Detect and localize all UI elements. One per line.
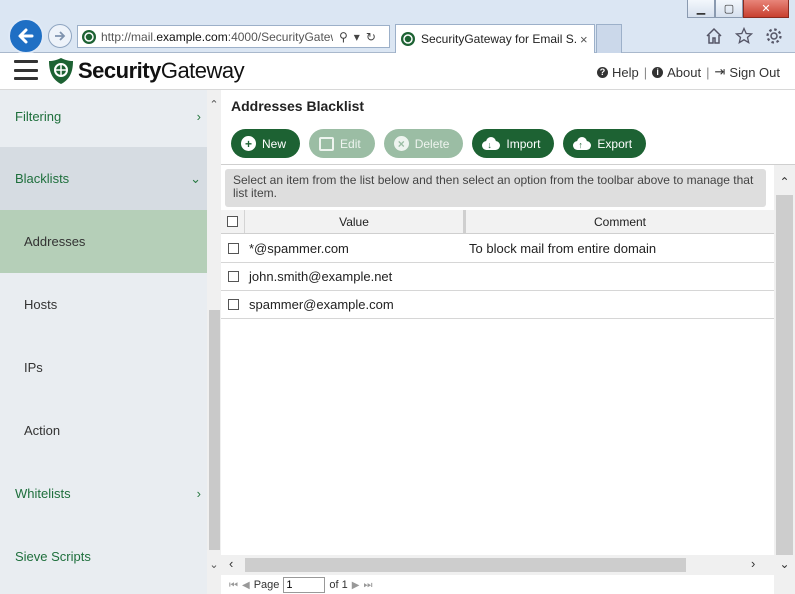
maximize-button[interactable]: ▢: [715, 0, 743, 18]
row-checkbox[interactable]: [227, 299, 239, 310]
site-favicon-icon: [82, 29, 96, 44]
cloud-download-icon: ↓: [482, 137, 501, 150]
brand-logo: SecurityGateway: [48, 57, 245, 85]
row-checkbox[interactable]: [227, 271, 239, 282]
tab-title: SecurityGateway for Email S...: [421, 32, 576, 46]
browser-tab[interactable]: SecurityGateway for Email S... ×: [395, 24, 595, 53]
import-button[interactable]: ↓ Import: [472, 129, 555, 158]
first-page-icon[interactable]: ⏮: [229, 580, 238, 591]
sidebar-item-action[interactable]: Action: [0, 399, 207, 462]
signout-link[interactable]: ⇥ Sign Out: [715, 64, 781, 80]
sidebar-item-whitelists[interactable]: Whitelists ›: [0, 462, 207, 525]
grid-horizontal-scrollbar[interactable]: ‹ ›: [221, 555, 774, 575]
grid-body: *@spammer.com To block mail from entire …: [221, 235, 774, 319]
search-icon[interactable]: ⚲: [339, 30, 348, 44]
page-title: Addresses Blacklist: [231, 98, 365, 114]
select-all-checkbox[interactable]: [227, 216, 238, 227]
sidebar: Filtering › Blacklists ⌄ Addresses Hosts…: [0, 90, 207, 594]
grid-vertical-scrollbar[interactable]: ⌃ ⌄: [774, 165, 795, 594]
address-bar[interactable]: http://mail.example.com:4000/SecurityGat…: [77, 25, 390, 48]
sidebar-item-ips[interactable]: IPs: [0, 336, 207, 399]
edit-button[interactable]: Edit: [309, 129, 375, 158]
row-checkbox[interactable]: [227, 243, 239, 254]
tab-close-icon[interactable]: ×: [580, 32, 588, 47]
delete-button[interactable]: × Delete: [383, 129, 464, 158]
scroll-up-icon[interactable]: ⌃: [774, 175, 795, 189]
pager: ⏮ ◀ Page of 1 ▶ ⏭: [229, 577, 372, 593]
horizontal-scroll-thumb[interactable]: [245, 558, 686, 572]
chevron-right-icon: ›: [196, 109, 201, 124]
scroll-left-icon[interactable]: ‹: [229, 556, 233, 571]
help-link[interactable]: ? Help: [596, 65, 639, 80]
table-row[interactable]: john.smith@example.net: [221, 263, 774, 291]
delete-x-icon: ×: [393, 136, 409, 151]
vertical-scroll-thumb[interactable]: [776, 195, 793, 555]
forward-arrow-icon: [55, 31, 66, 41]
prev-page-icon[interactable]: ◀: [242, 580, 250, 591]
tab-favicon-icon: [401, 32, 415, 46]
cell-comment: To block mail from entire domain: [469, 241, 657, 256]
forward-button[interactable]: [48, 24, 72, 48]
chevron-right-icon: ›: [196, 486, 201, 501]
back-button[interactable]: [8, 18, 44, 54]
column-header-comment[interactable]: Comment: [466, 210, 774, 233]
cell-value: spammer@example.com: [249, 297, 394, 312]
back-arrow-icon: [18, 28, 34, 44]
export-button[interactable]: ↑ Export: [563, 129, 647, 158]
brand-shield-icon: [49, 58, 73, 84]
brand-name-light: Gateway: [160, 58, 245, 83]
close-window-button[interactable]: ✕: [743, 0, 789, 18]
sidebar-item-hosts[interactable]: Hosts: [0, 273, 207, 336]
last-page-icon[interactable]: ⏭: [363, 580, 372, 591]
sidebar-scroll-thumb[interactable]: [209, 310, 220, 550]
sidebar-item-addresses[interactable]: Addresses: [0, 210, 207, 273]
sidebar-item-filtering[interactable]: Filtering ›: [0, 90, 207, 148]
about-link[interactable]: i About: [652, 65, 701, 80]
sidebar-item-blacklists[interactable]: Blacklists ⌄: [0, 147, 207, 210]
cell-value: *@spammer.com: [249, 241, 349, 256]
cloud-upload-icon: ↑: [573, 137, 592, 150]
app-header: SecurityGateway ? Help | i About | ⇥ Sign O…: [0, 53, 795, 90]
page-number-input[interactable]: [283, 577, 326, 593]
instruction-hint: Select an item from the list below and t…: [225, 169, 766, 207]
plus-icon: +: [241, 136, 256, 151]
chevron-down-icon: ⌄: [190, 170, 201, 186]
new-tab-button[interactable]: [596, 24, 622, 53]
edit-icon: [319, 136, 335, 151]
help-icon: ?: [596, 66, 608, 78]
grid-header: Value Comment: [221, 210, 774, 234]
grid: Select an item from the list below and t…: [221, 164, 795, 594]
toolbar: + New Edit × Delete ↓ Import ↑ Export: [231, 129, 647, 158]
main-panel: Addresses Blacklist + New Edit × Delete …: [221, 90, 795, 594]
table-row[interactable]: *@spammer.com To block mail from entire …: [221, 235, 774, 263]
new-button[interactable]: + New: [231, 129, 301, 158]
minimize-button[interactable]: ▁: [687, 0, 715, 18]
info-icon: i: [652, 66, 664, 78]
menu-hamburger-icon[interactable]: [14, 60, 38, 80]
dropdown-icon[interactable]: ▾: [354, 30, 360, 44]
signout-icon: ⇥: [714, 64, 726, 79]
scroll-down-icon[interactable]: ⌄: [774, 557, 795, 571]
brand-name-bold: Security: [78, 58, 161, 83]
favorites-star-icon[interactable]: [735, 27, 753, 45]
refresh-icon[interactable]: ↻: [366, 30, 376, 44]
settings-gear-icon[interactable]: [765, 27, 783, 45]
window-controls: ▁ ▢ ✕: [687, 0, 789, 18]
column-header-value[interactable]: Value: [245, 210, 466, 233]
table-row[interactable]: spammer@example.com: [221, 291, 774, 319]
browser-chrome: ▁ ▢ ✕ http://mail.example.com:4000/Secur…: [0, 0, 795, 54]
home-icon[interactable]: [705, 27, 723, 45]
scroll-up-icon[interactable]: ⌃: [207, 98, 221, 111]
scroll-down-icon[interactable]: ⌄: [207, 558, 221, 571]
scroll-right-icon[interactable]: ›: [751, 556, 755, 571]
sidebar-item-sieve-scripts[interactable]: Sieve Scripts: [0, 525, 207, 588]
next-page-icon[interactable]: ▶: [352, 580, 360, 591]
cell-value: john.smith@example.net: [249, 269, 393, 284]
url-text: http://mail.example.com:4000/SecurityGat…: [101, 29, 333, 44]
sidebar-scrollbar[interactable]: ⌃ ⌄: [207, 90, 221, 594]
